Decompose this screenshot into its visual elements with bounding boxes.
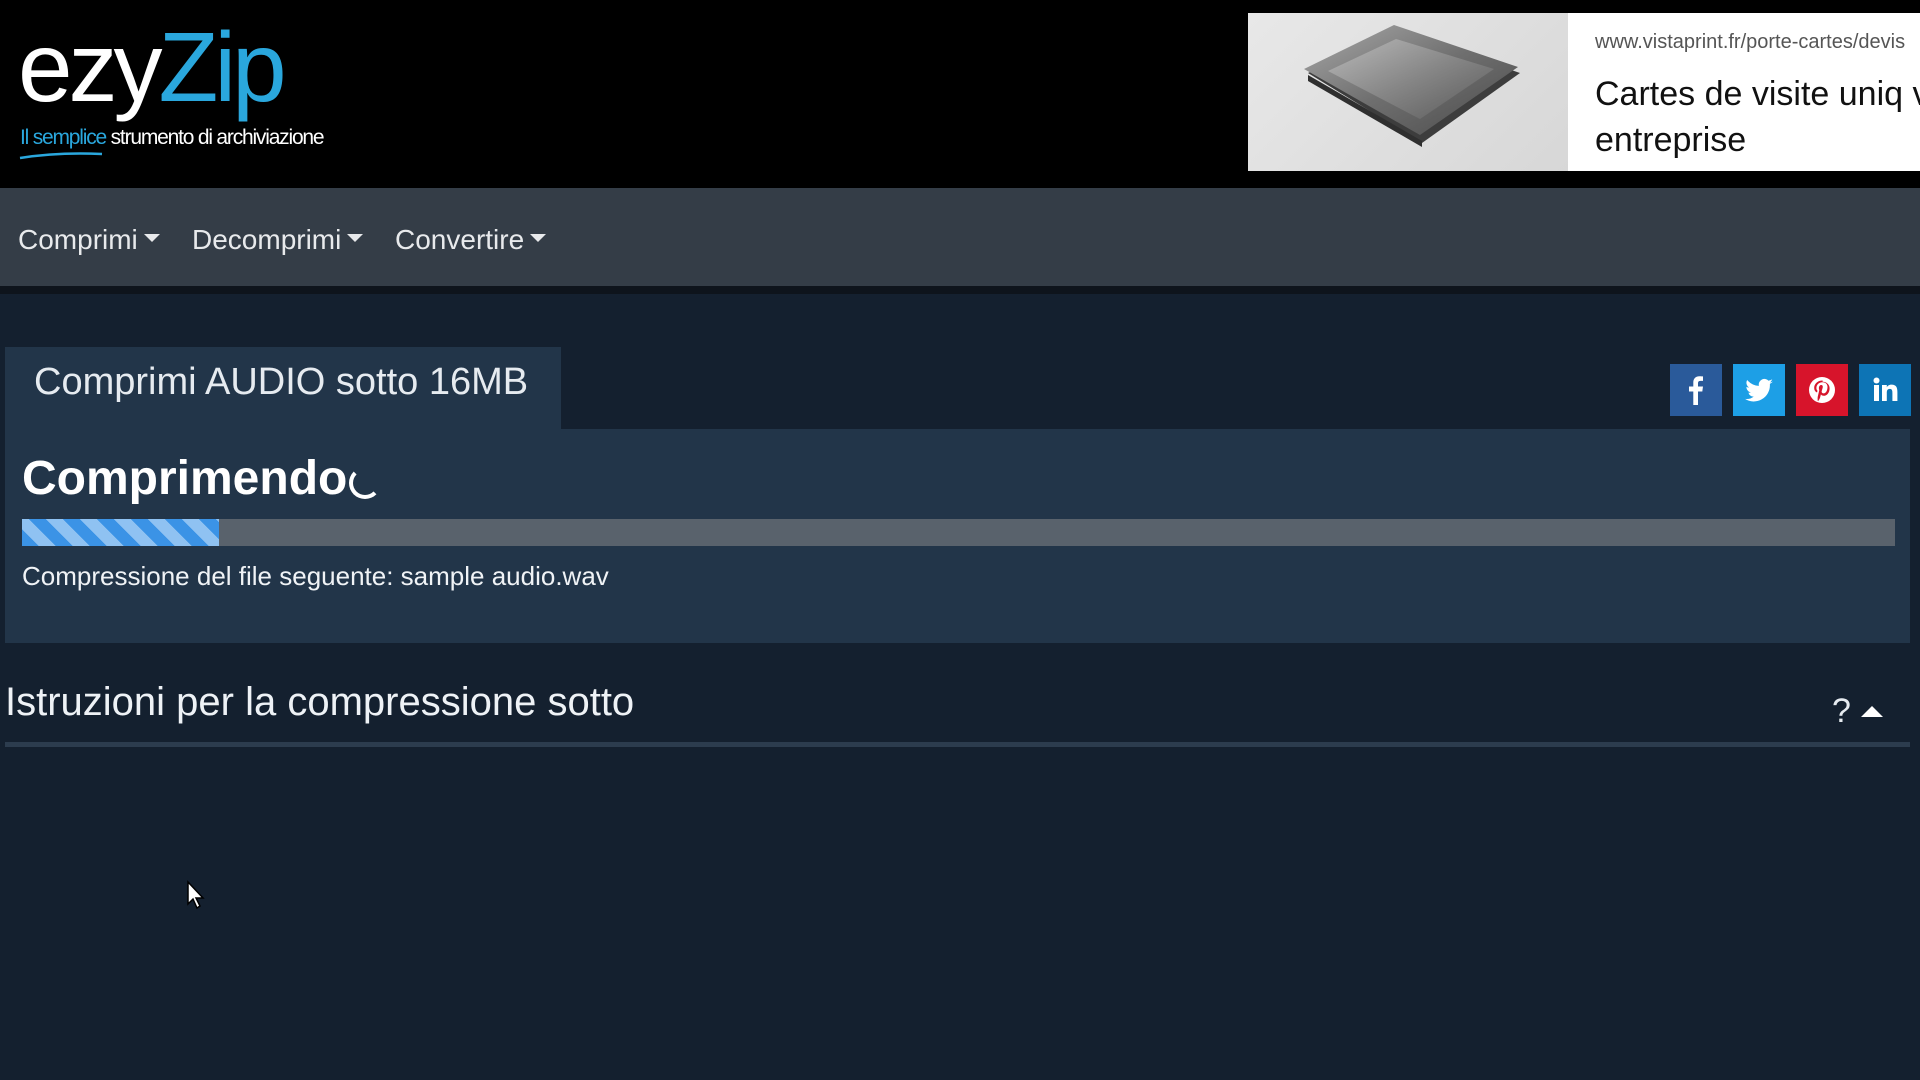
progress-bar bbox=[22, 519, 1895, 546]
progress-bar-fill bbox=[22, 519, 219, 546]
share-facebook-button[interactable] bbox=[1670, 364, 1722, 416]
nav-comprimi-dropdown[interactable]: Comprimi bbox=[18, 224, 160, 256]
caret-down-icon bbox=[143, 233, 160, 242]
logo-zip: Zip bbox=[158, 12, 287, 122]
mouse-cursor-icon bbox=[187, 880, 205, 910]
chevron-up-icon[interactable] bbox=[1861, 706, 1883, 717]
main-navbar: Comprimi Decomprimi Convertire bbox=[0, 188, 1920, 286]
tagline-swoosh-icon bbox=[19, 152, 103, 160]
logo-wordmark: ezyZip bbox=[18, 18, 287, 116]
loading-spinner-icon bbox=[349, 467, 382, 500]
ad-headline[interactable]: Cartes de visite uniq votre entreprise bbox=[1595, 71, 1920, 163]
nav-convertire-dropdown[interactable]: Convertire bbox=[395, 224, 547, 256]
card-holder-image[interactable] bbox=[1248, 13, 1568, 171]
help-question-icon[interactable]: ? bbox=[1832, 692, 1851, 731]
nav-decomprimi-dropdown[interactable]: Decomprimi bbox=[192, 224, 364, 256]
linkedin-icon bbox=[1873, 377, 1898, 401]
site-header: ezyZip Il semplice strumento di archivia… bbox=[0, 0, 1920, 188]
twitter-icon bbox=[1745, 378, 1773, 402]
instructions-divider bbox=[5, 742, 1910, 747]
share-twitter-button[interactable] bbox=[1733, 364, 1785, 416]
caret-down-icon bbox=[347, 233, 364, 242]
share-pinterest-button[interactable] bbox=[1796, 364, 1848, 416]
nav-convertire-label: Convertire bbox=[395, 224, 525, 255]
logo-tagline: Il semplice strumento di archiviazione bbox=[20, 126, 325, 150]
status-title-text: Comprimendo bbox=[22, 452, 348, 505]
caret-down-icon bbox=[530, 233, 547, 242]
status-heading: Comprimendo bbox=[22, 451, 382, 506]
compression-status-panel: Comprimendo Compressione del file seguen… bbox=[5, 429, 1910, 643]
tagline-rest: strumento di archiviazione bbox=[106, 126, 325, 149]
file-status-message: Compressione del file seguente: sample a… bbox=[22, 561, 609, 591]
navbar-divider bbox=[0, 286, 1920, 294]
nav-decomprimi-label: Decomprimi bbox=[192, 224, 342, 255]
tagline-emphasis: Il semplice bbox=[20, 126, 107, 149]
tab-comprimi-audio[interactable]: Comprimi AUDIO sotto 16MB bbox=[5, 347, 561, 429]
instructions-heading[interactable]: Istruzioni per la compressione sotto bbox=[5, 680, 634, 725]
tab-label: Comprimi AUDIO sotto 16MB bbox=[34, 361, 529, 403]
logo-ezy: ezy bbox=[18, 12, 163, 122]
pinterest-icon bbox=[1809, 377, 1835, 403]
ad-url[interactable]: www.vistaprint.fr/porte-cartes/devis bbox=[1595, 31, 1905, 54]
nav-comprimi-label: Comprimi bbox=[18, 224, 138, 255]
share-linkedin-button[interactable] bbox=[1859, 364, 1911, 416]
advertisement-banner[interactable]: www.vistaprint.fr/porte-cartes/devis Car… bbox=[1248, 13, 1920, 171]
ezyzip-logo[interactable]: ezyZip Il semplice strumento di archivia… bbox=[18, 18, 338, 160]
facebook-icon bbox=[1689, 376, 1703, 405]
